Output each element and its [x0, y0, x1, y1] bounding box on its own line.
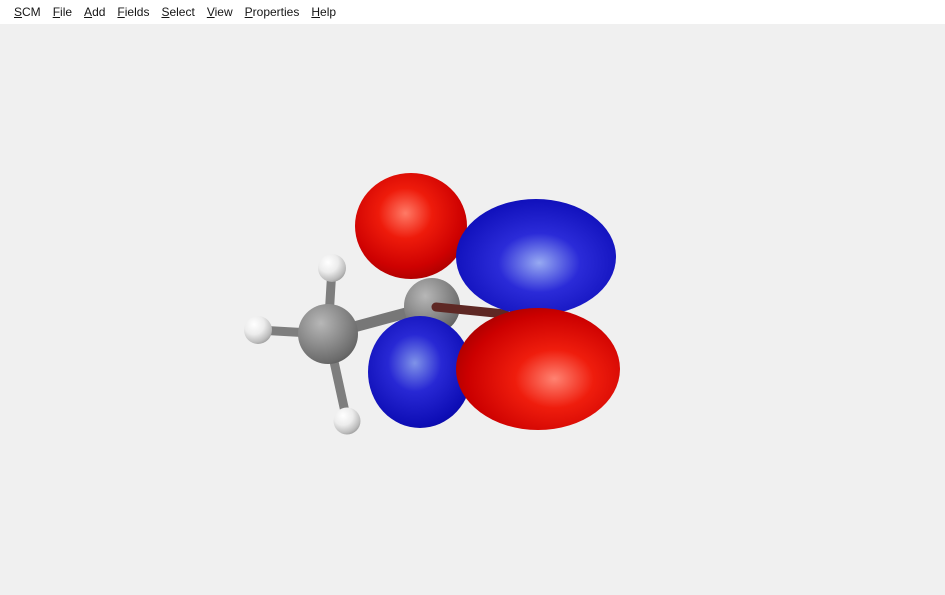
menu-view[interactable]: View: [201, 5, 239, 19]
orbital-lobe-red-top: [355, 173, 467, 279]
isosurface-control-panel: Isosurface: Colored Density SCF 0.03 Cou…: [0, 552, 945, 595]
menu-scm[interactable]: SCM: [8, 5, 47, 19]
menu-bar: SCMFileAddFieldsSelectViewPropertiesHelp: [0, 0, 945, 24]
menu-add[interactable]: Add: [78, 5, 111, 19]
menu-fields[interactable]: Fields: [111, 5, 155, 19]
molecule-viewport[interactable]: [0, 24, 945, 553]
menu-help[interactable]: Help: [305, 5, 342, 19]
menu-file[interactable]: File: [47, 5, 78, 19]
menu-properties[interactable]: Properties: [239, 5, 306, 19]
hydrogen-atom-top: [318, 254, 346, 282]
hydrogen-atom-bottom: [334, 408, 361, 435]
orbital-lobe-red-bottom-right: [456, 308, 620, 430]
carbon-atom-methyl: [298, 304, 358, 364]
orbital-lobe-blue-top-right: [456, 199, 616, 315]
hydrogen-atom-left: [244, 316, 272, 344]
menu-select[interactable]: Select: [155, 5, 200, 19]
molecule-render: [0, 24, 945, 553]
